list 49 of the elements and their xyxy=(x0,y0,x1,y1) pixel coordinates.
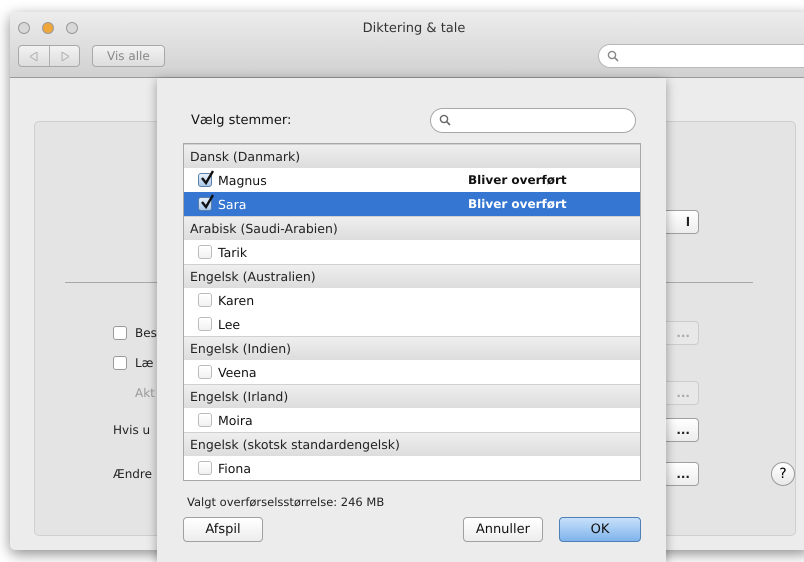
checkbox[interactable] xyxy=(113,356,127,370)
dialog-button[interactable]: Afspil xyxy=(183,517,263,542)
back-arrow-icon xyxy=(30,52,38,60)
voice-name: Sara xyxy=(218,196,248,212)
minimize-button[interactable] xyxy=(42,22,54,34)
checkbox[interactable] xyxy=(198,461,212,475)
voice-row[interactable]: Sara Bliver overført xyxy=(184,192,640,216)
checkmark-icon xyxy=(199,170,215,186)
window-title: Diktering & tale xyxy=(362,20,466,36)
search-field[interactable] xyxy=(598,44,804,68)
forward-arrow-icon xyxy=(60,52,68,60)
zoom-button[interactable] xyxy=(66,22,78,34)
voice-name: Tarik xyxy=(218,244,248,260)
download-status: Bliver overført xyxy=(468,197,567,211)
voice-name: Magnus xyxy=(218,172,268,188)
search-icon xyxy=(607,50,619,62)
choose-voices-label: Vælg stemmer: xyxy=(191,112,292,128)
setting-label: Læ xyxy=(135,356,154,370)
checkbox[interactable] xyxy=(198,317,212,331)
setting-label: Akt xyxy=(135,386,155,400)
language-header: Engelsk (Australien) xyxy=(184,264,640,288)
download-status: Bliver overført xyxy=(468,173,567,187)
language-header: Engelsk (Irland) xyxy=(184,384,640,408)
search-icon xyxy=(439,114,451,126)
setting-label: Bes xyxy=(135,326,157,340)
setting-label: Hvis u xyxy=(113,423,150,437)
language-header: Dansk (Danmark) xyxy=(184,144,640,168)
language-header: Engelsk (Indien) xyxy=(184,336,640,360)
voice-name: Karen xyxy=(218,292,256,308)
voice-name: Fiona xyxy=(218,460,252,476)
language-header: Arabisk (Saudi-Arabien) xyxy=(184,216,640,240)
voice-search-field[interactable] xyxy=(430,108,636,132)
dialog-button[interactable]: Annuller xyxy=(462,517,543,542)
checkbox[interactable] xyxy=(198,197,212,211)
checkbox[interactable] xyxy=(198,413,212,427)
checkbox[interactable] xyxy=(198,365,212,379)
dialog-button[interactable]: OK xyxy=(559,517,641,542)
download-size-label: Valgt overførselsstørrelse: 246 MB xyxy=(187,495,386,509)
checkmark-icon xyxy=(199,194,215,210)
checkbox[interactable] xyxy=(198,245,212,259)
checkbox[interactable] xyxy=(198,293,212,307)
voice-name: Lee xyxy=(218,316,242,332)
setting-label: Ændre xyxy=(113,467,152,481)
voice-name: Moira xyxy=(218,412,254,428)
language-header: Engelsk (skotsk standardengelsk) xyxy=(184,432,640,456)
help-button[interactable]: ? xyxy=(771,462,795,486)
close-button[interactable] xyxy=(18,22,30,34)
voice-name: Veena xyxy=(218,364,258,380)
checkbox[interactable] xyxy=(198,173,212,187)
